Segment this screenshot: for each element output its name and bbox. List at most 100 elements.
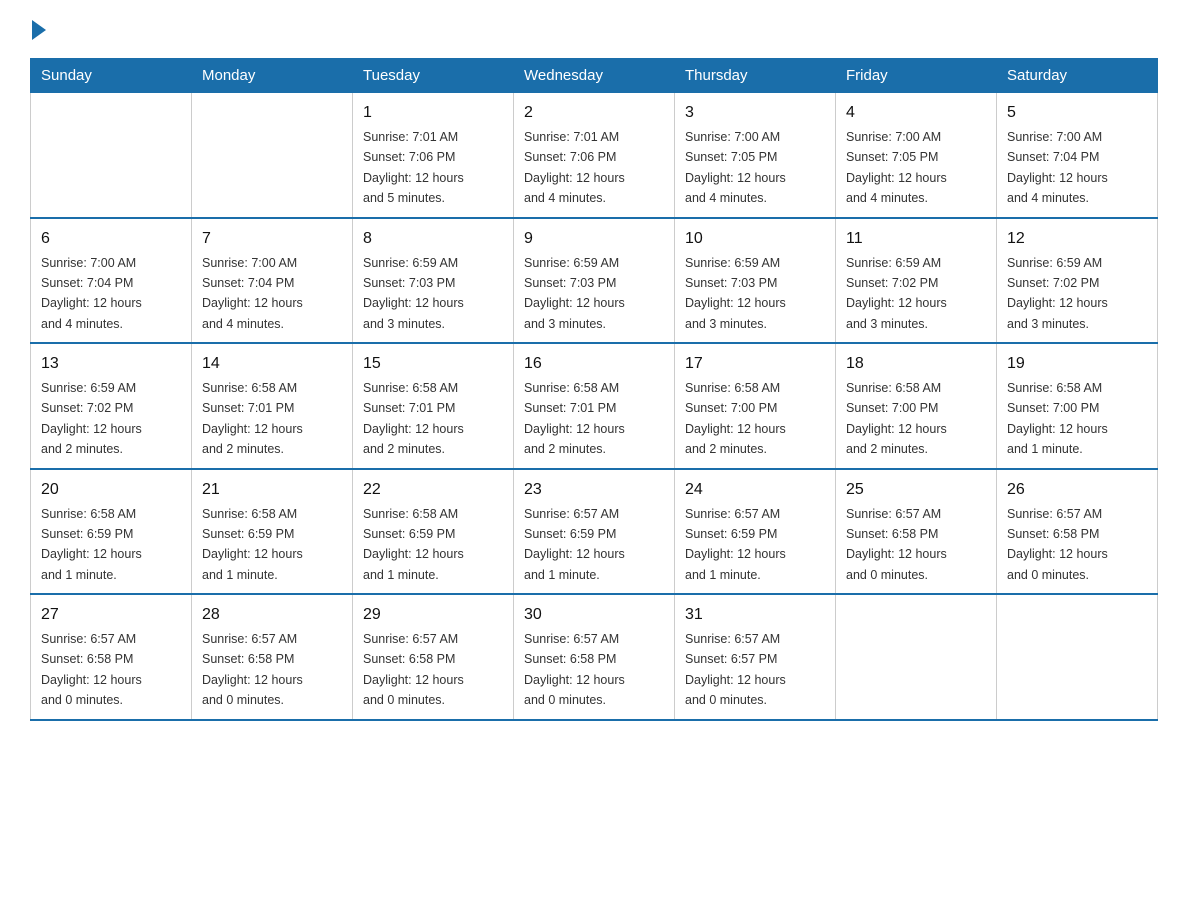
day-info: Sunrise: 6:57 AMSunset: 6:59 PMDaylight:… <box>524 507 625 582</box>
day-number: 13 <box>41 352 181 376</box>
calendar-cell: 20 Sunrise: 6:58 AMSunset: 6:59 PMDaylig… <box>31 469 192 595</box>
day-number: 22 <box>363 478 503 502</box>
day-info: Sunrise: 6:57 AMSunset: 6:58 PMDaylight:… <box>363 632 464 707</box>
day-number: 4 <box>846 101 986 125</box>
day-info: Sunrise: 6:58 AMSunset: 7:00 PMDaylight:… <box>685 381 786 456</box>
day-number: 26 <box>1007 478 1147 502</box>
day-info: Sunrise: 6:57 AMSunset: 6:58 PMDaylight:… <box>202 632 303 707</box>
calendar-week-row: 6 Sunrise: 7:00 AMSunset: 7:04 PMDayligh… <box>31 218 1158 344</box>
day-info: Sunrise: 6:57 AMSunset: 6:58 PMDaylight:… <box>524 632 625 707</box>
day-info: Sunrise: 7:00 AMSunset: 7:05 PMDaylight:… <box>846 130 947 205</box>
calendar-cell: 4 Sunrise: 7:00 AMSunset: 7:05 PMDayligh… <box>836 93 997 218</box>
day-info: Sunrise: 7:01 AMSunset: 7:06 PMDaylight:… <box>524 130 625 205</box>
calendar-cell: 9 Sunrise: 6:59 AMSunset: 7:03 PMDayligh… <box>514 218 675 344</box>
day-info: Sunrise: 6:58 AMSunset: 7:01 PMDaylight:… <box>202 381 303 456</box>
weekday-header-sunday: Sunday <box>31 59 192 93</box>
calendar-cell: 1 Sunrise: 7:01 AMSunset: 7:06 PMDayligh… <box>353 93 514 218</box>
day-number: 16 <box>524 352 664 376</box>
day-number: 31 <box>685 603 825 627</box>
calendar-cell: 25 Sunrise: 6:57 AMSunset: 6:58 PMDaylig… <box>836 469 997 595</box>
day-info: Sunrise: 6:57 AMSunset: 6:58 PMDaylight:… <box>41 632 142 707</box>
day-info: Sunrise: 6:59 AMSunset: 7:02 PMDaylight:… <box>41 381 142 456</box>
calendar-cell: 3 Sunrise: 7:00 AMSunset: 7:05 PMDayligh… <box>675 93 836 218</box>
day-number: 21 <box>202 478 342 502</box>
day-number: 1 <box>363 101 503 125</box>
page-header <box>30 20 1158 48</box>
calendar-cell: 29 Sunrise: 6:57 AMSunset: 6:58 PMDaylig… <box>353 594 514 720</box>
day-info: Sunrise: 6:58 AMSunset: 7:00 PMDaylight:… <box>846 381 947 456</box>
calendar-header-row: SundayMondayTuesdayWednesdayThursdayFrid… <box>31 59 1158 93</box>
calendar-cell: 22 Sunrise: 6:58 AMSunset: 6:59 PMDaylig… <box>353 469 514 595</box>
calendar-cell: 28 Sunrise: 6:57 AMSunset: 6:58 PMDaylig… <box>192 594 353 720</box>
calendar-cell: 16 Sunrise: 6:58 AMSunset: 7:01 PMDaylig… <box>514 343 675 469</box>
day-info: Sunrise: 6:59 AMSunset: 7:03 PMDaylight:… <box>685 256 786 331</box>
day-info: Sunrise: 6:59 AMSunset: 7:03 PMDaylight:… <box>524 256 625 331</box>
calendar-cell <box>192 93 353 218</box>
calendar-cell: 13 Sunrise: 6:59 AMSunset: 7:02 PMDaylig… <box>31 343 192 469</box>
weekday-header-thursday: Thursday <box>675 59 836 93</box>
calendar-week-row: 20 Sunrise: 6:58 AMSunset: 6:59 PMDaylig… <box>31 469 1158 595</box>
calendar-week-row: 1 Sunrise: 7:01 AMSunset: 7:06 PMDayligh… <box>31 93 1158 218</box>
day-info: Sunrise: 6:57 AMSunset: 6:58 PMDaylight:… <box>1007 507 1108 582</box>
weekday-header-wednesday: Wednesday <box>514 59 675 93</box>
day-number: 5 <box>1007 101 1147 125</box>
day-info: Sunrise: 6:57 AMSunset: 6:58 PMDaylight:… <box>846 507 947 582</box>
day-number: 12 <box>1007 227 1147 251</box>
day-number: 8 <box>363 227 503 251</box>
day-number: 30 <box>524 603 664 627</box>
day-number: 24 <box>685 478 825 502</box>
day-number: 18 <box>846 352 986 376</box>
day-info: Sunrise: 6:58 AMSunset: 6:59 PMDaylight:… <box>363 507 464 582</box>
calendar-cell: 8 Sunrise: 6:59 AMSunset: 7:03 PMDayligh… <box>353 218 514 344</box>
day-info: Sunrise: 7:00 AMSunset: 7:04 PMDaylight:… <box>1007 130 1108 205</box>
day-number: 19 <box>1007 352 1147 376</box>
day-number: 9 <box>524 227 664 251</box>
calendar-cell: 5 Sunrise: 7:00 AMSunset: 7:04 PMDayligh… <box>997 93 1158 218</box>
calendar-cell: 27 Sunrise: 6:57 AMSunset: 6:58 PMDaylig… <box>31 594 192 720</box>
calendar-cell: 14 Sunrise: 6:58 AMSunset: 7:01 PMDaylig… <box>192 343 353 469</box>
day-info: Sunrise: 6:58 AMSunset: 7:01 PMDaylight:… <box>524 381 625 456</box>
calendar-cell: 11 Sunrise: 6:59 AMSunset: 7:02 PMDaylig… <box>836 218 997 344</box>
calendar-cell: 19 Sunrise: 6:58 AMSunset: 7:00 PMDaylig… <box>997 343 1158 469</box>
day-info: Sunrise: 6:58 AMSunset: 6:59 PMDaylight:… <box>41 507 142 582</box>
calendar-cell <box>31 93 192 218</box>
day-number: 23 <box>524 478 664 502</box>
day-info: Sunrise: 6:58 AMSunset: 7:01 PMDaylight:… <box>363 381 464 456</box>
day-number: 14 <box>202 352 342 376</box>
calendar-cell: 2 Sunrise: 7:01 AMSunset: 7:06 PMDayligh… <box>514 93 675 218</box>
day-number: 7 <box>202 227 342 251</box>
day-info: Sunrise: 6:58 AMSunset: 6:59 PMDaylight:… <box>202 507 303 582</box>
calendar-cell: 21 Sunrise: 6:58 AMSunset: 6:59 PMDaylig… <box>192 469 353 595</box>
calendar-cell: 31 Sunrise: 6:57 AMSunset: 6:57 PMDaylig… <box>675 594 836 720</box>
calendar-cell: 26 Sunrise: 6:57 AMSunset: 6:58 PMDaylig… <box>997 469 1158 595</box>
weekday-header-saturday: Saturday <box>997 59 1158 93</box>
day-number: 17 <box>685 352 825 376</box>
calendar-cell: 6 Sunrise: 7:00 AMSunset: 7:04 PMDayligh… <box>31 218 192 344</box>
calendar-week-row: 27 Sunrise: 6:57 AMSunset: 6:58 PMDaylig… <box>31 594 1158 720</box>
day-number: 25 <box>846 478 986 502</box>
day-info: Sunrise: 7:00 AMSunset: 7:04 PMDaylight:… <box>41 256 142 331</box>
day-number: 15 <box>363 352 503 376</box>
day-number: 29 <box>363 603 503 627</box>
day-number: 3 <box>685 101 825 125</box>
day-info: Sunrise: 7:00 AMSunset: 7:04 PMDaylight:… <box>202 256 303 331</box>
logo <box>30 20 46 48</box>
day-info: Sunrise: 6:58 AMSunset: 7:00 PMDaylight:… <box>1007 381 1108 456</box>
calendar-cell: 18 Sunrise: 6:58 AMSunset: 7:00 PMDaylig… <box>836 343 997 469</box>
logo-arrow-icon <box>32 20 46 40</box>
day-number: 27 <box>41 603 181 627</box>
day-number: 2 <box>524 101 664 125</box>
day-number: 20 <box>41 478 181 502</box>
day-info: Sunrise: 7:00 AMSunset: 7:05 PMDaylight:… <box>685 130 786 205</box>
day-number: 11 <box>846 227 986 251</box>
calendar-cell <box>997 594 1158 720</box>
calendar-cell: 24 Sunrise: 6:57 AMSunset: 6:59 PMDaylig… <box>675 469 836 595</box>
day-info: Sunrise: 7:01 AMSunset: 7:06 PMDaylight:… <box>363 130 464 205</box>
day-info: Sunrise: 6:59 AMSunset: 7:03 PMDaylight:… <box>363 256 464 331</box>
calendar-table: SundayMondayTuesdayWednesdayThursdayFrid… <box>30 58 1158 721</box>
day-info: Sunrise: 6:57 AMSunset: 6:59 PMDaylight:… <box>685 507 786 582</box>
weekday-header-friday: Friday <box>836 59 997 93</box>
day-number: 6 <box>41 227 181 251</box>
calendar-cell: 23 Sunrise: 6:57 AMSunset: 6:59 PMDaylig… <box>514 469 675 595</box>
calendar-cell: 7 Sunrise: 7:00 AMSunset: 7:04 PMDayligh… <box>192 218 353 344</box>
